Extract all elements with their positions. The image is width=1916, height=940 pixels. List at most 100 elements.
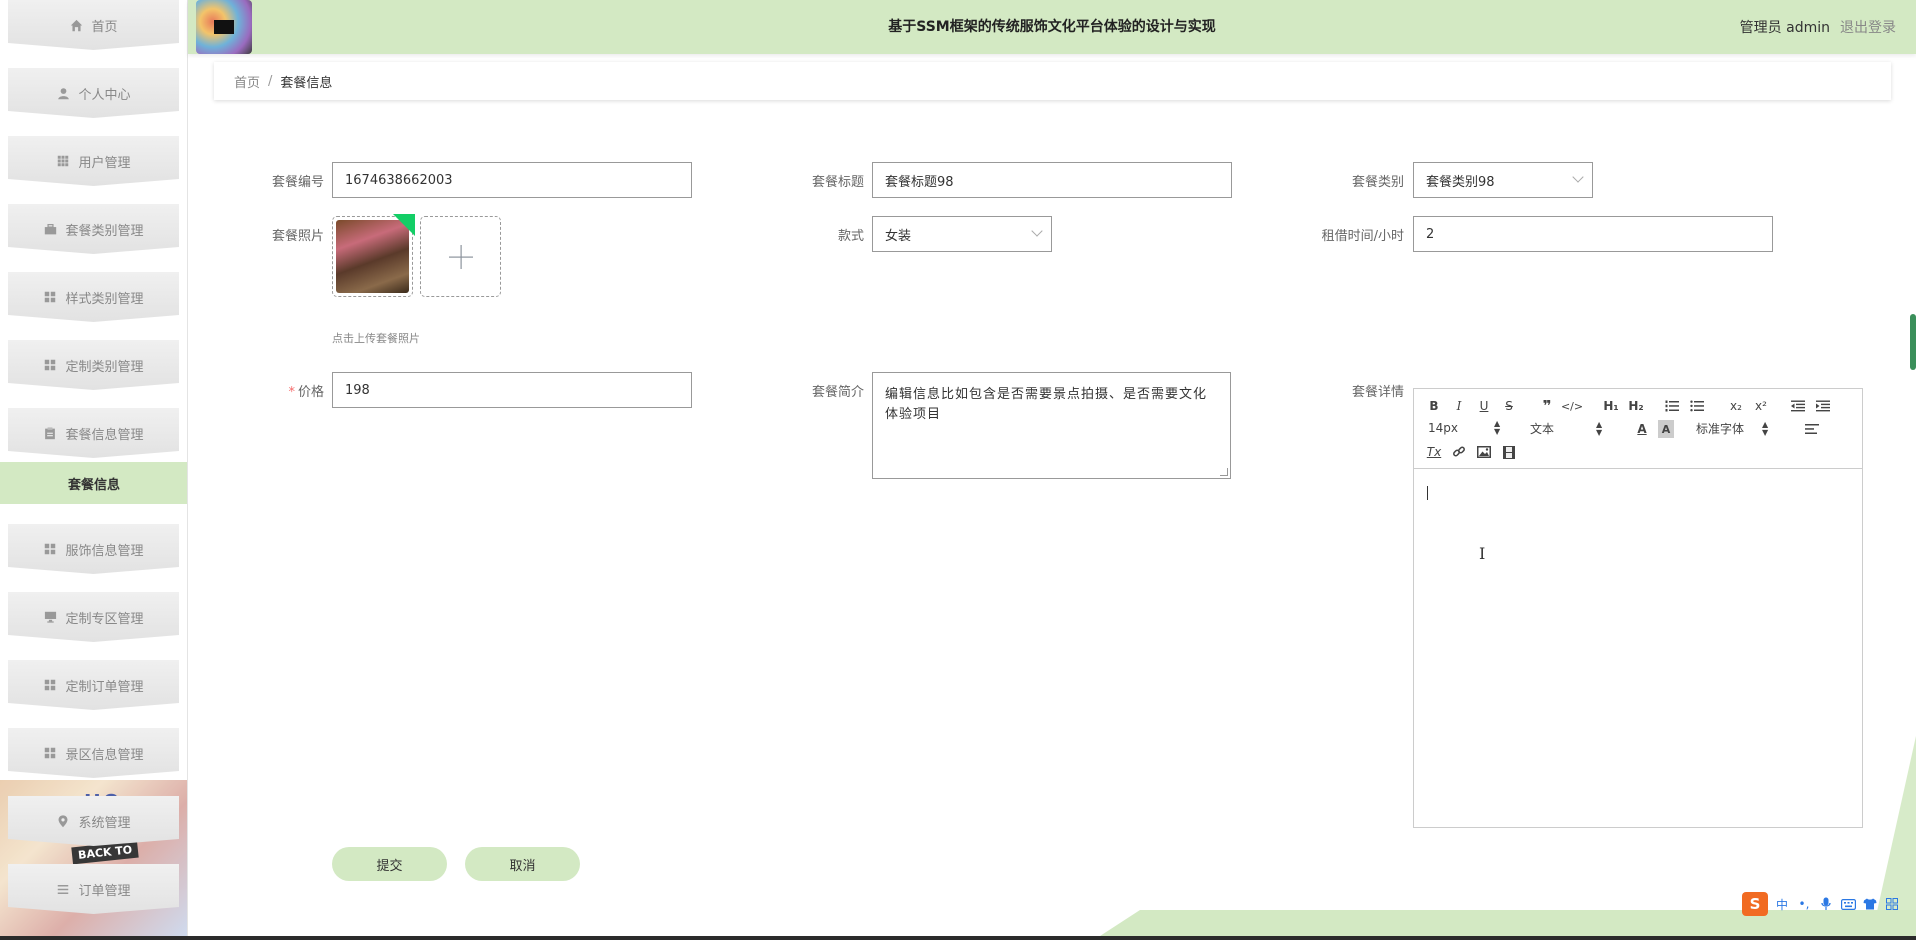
apps-grid-icon[interactable]: [1884, 896, 1900, 912]
sidebar-item-style-category[interactable]: 样式类别管理: [8, 272, 179, 322]
package-detail-label: 套餐详情: [1351, 385, 1404, 400]
subscript-icon[interactable]: x₂: [1727, 397, 1745, 415]
sidebar-item-label: 样式类别管理: [65, 291, 144, 307]
mouse-ibeam-cursor: I: [1479, 544, 1486, 563]
package-intro-label: 套餐简介: [811, 385, 864, 400]
site-title: 基于SSM框架的传统服饰文化平台体验的设计与实现: [888, 19, 1216, 35]
italic-icon[interactable]: I: [1451, 397, 1467, 415]
skin-icon[interactable]: [1862, 896, 1878, 912]
blockquote-icon[interactable]: ❞: [1539, 397, 1555, 415]
sidebar-item-custom-orders[interactable]: 定制订单管理: [8, 660, 179, 710]
heading1-icon[interactable]: H₁: [1602, 397, 1620, 415]
sogou-logo[interactable]: S: [1742, 892, 1768, 916]
ime-mode-toggle[interactable]: 中: [1774, 896, 1790, 912]
font-family-select[interactable]: 标准字体 ▲ ▼: [1696, 420, 1778, 437]
package-category-value: 套餐类别98: [1426, 174, 1495, 190]
sidebar-subitem-package-info[interactable]: 套餐信息: [0, 462, 187, 504]
scrollbar-thumb[interactable]: [1910, 314, 1916, 370]
package-title-input[interactable]: 套餐标题98: [872, 162, 1232, 198]
package-intro-value: 编辑信息比如包含是否需要景点拍摄、是否需要文化体验项目: [885, 387, 1208, 422]
sidebar-item-package-category[interactable]: 套餐类别管理: [8, 204, 179, 254]
grid-icon: [43, 678, 57, 692]
link-icon[interactable]: [1451, 443, 1467, 461]
sidebar-item-package-info[interactable]: 套餐信息管理: [8, 408, 179, 458]
price-label-text: 价格: [297, 385, 324, 400]
rent-time-input[interactable]: 2: [1413, 216, 1773, 252]
breadcrumb-current: 套餐信息: [280, 75, 333, 91]
upload-add-button[interactable]: [420, 216, 501, 297]
chevron-down-icon: [1031, 225, 1043, 237]
chevron-down-icon: [1572, 171, 1584, 183]
keyboard-icon[interactable]: [1840, 896, 1856, 912]
bullet-list-icon[interactable]: [1689, 397, 1705, 415]
background-color-icon[interactable]: A: [1658, 420, 1674, 438]
sidebar-item-label: 用户管理: [78, 155, 131, 171]
package-code-label: 套餐编号: [271, 175, 324, 190]
breadcrumb-separator: /: [268, 73, 273, 89]
sidebar-item-profile[interactable]: 个人中心: [8, 68, 179, 118]
briefcase-icon: [43, 222, 57, 236]
paragraph-select[interactable]: 文本 ▲ ▼: [1530, 420, 1612, 437]
package-intro-textarea[interactable]: 编辑信息比如包含是否需要景点拍摄、是否需要文化体验项目: [872, 372, 1231, 479]
price-value: 198: [345, 382, 370, 398]
ordered-list-icon[interactable]: [1664, 397, 1680, 415]
price-label: * 价格: [250, 381, 324, 400]
breadcrumb-home[interactable]: 首页: [234, 72, 260, 91]
package-category-select[interactable]: 套餐类别98: [1413, 162, 1593, 198]
package-category-label: 套餐类别: [1351, 175, 1404, 190]
style-select[interactable]: 女装: [872, 216, 1052, 252]
grid-icon: [43, 358, 57, 372]
sidebar: HO BACK TO 首页 个人中心 用户管理 套餐类别管理 样式类别管理: [0, 0, 188, 940]
logout-link[interactable]: 退出登录: [1840, 17, 1896, 37]
rich-text-editor: B I U S ❞ </> H₁ H₂ x₂ x² 14px ▲ ▼ 文本 ▲ ▼ …: [1413, 388, 1863, 828]
sidebar-item-custom-zone[interactable]: 定制专区管理: [8, 592, 179, 642]
package-code-input[interactable]: 1674638662003: [332, 162, 692, 198]
outdent-icon[interactable]: [1790, 397, 1806, 415]
cancel-button[interactable]: 取消: [465, 847, 580, 881]
clear-format-icon[interactable]: Tx: [1426, 443, 1442, 461]
sidebar-item-label: 定制类别管理: [65, 359, 144, 375]
resize-handle[interactable]: [1220, 468, 1228, 476]
submit-button[interactable]: 提交: [332, 847, 447, 881]
editor-content-area[interactable]: I: [1414, 469, 1862, 827]
microphone-icon[interactable]: [1818, 896, 1834, 912]
sidebar-item-orders[interactable]: 订单管理: [8, 864, 179, 914]
superscript-icon[interactable]: x²: [1752, 397, 1770, 415]
uploaded-photo-thumbnail[interactable]: [332, 214, 415, 297]
sidebar-item-home[interactable]: 首页: [8, 0, 179, 50]
grid-icon: [43, 290, 57, 304]
align-icon[interactable]: [1804, 420, 1820, 438]
site-logo: [196, 0, 252, 54]
text-caret: [1427, 486, 1428, 500]
underline-icon[interactable]: U: [1476, 397, 1492, 415]
sidebar-item-costume-info[interactable]: 服饰信息管理: [8, 524, 179, 574]
package-photo-label: 套餐照片: [271, 229, 324, 244]
current-user: 管理员 admin: [1739, 20, 1830, 36]
package-code-value: 1674638662003: [345, 172, 453, 188]
os-taskbar-edge: [0, 936, 1916, 940]
top-header: 基于SSM框架的传统服饰文化平台体验的设计与实现 管理员 admin 退出登录: [188, 0, 1916, 54]
heading2-icon[interactable]: H₂: [1627, 397, 1645, 415]
price-input[interactable]: 198: [332, 372, 692, 408]
sidebar-item-label: 套餐类别管理: [65, 223, 144, 239]
video-icon[interactable]: [1501, 443, 1517, 461]
package-title-value: 套餐标题98: [885, 174, 954, 190]
strikethrough-icon[interactable]: S: [1501, 397, 1517, 415]
home-icon: [69, 18, 83, 32]
sidebar-item-label: 系统管理: [78, 815, 131, 831]
bold-icon[interactable]: B: [1426, 397, 1442, 415]
sidebar-item-scenic-info[interactable]: 景区信息管理: [8, 728, 179, 778]
sidebar-item-users[interactable]: 用户管理: [8, 136, 179, 186]
grid-icon: [43, 542, 57, 556]
up-down-icon: ▲ ▼: [1762, 419, 1769, 437]
punctuation-icon[interactable]: •,: [1796, 896, 1812, 912]
sidebar-item-custom-category[interactable]: 定制类别管理: [8, 340, 179, 390]
font-color-icon[interactable]: A: [1634, 420, 1650, 438]
font-size-select[interactable]: 14px ▲ ▼: [1428, 420, 1510, 436]
clipboard-icon: [43, 426, 57, 440]
code-block-icon[interactable]: </>: [1561, 397, 1583, 415]
indent-icon[interactable]: [1815, 397, 1831, 415]
sidebar-item-system[interactable]: 系统管理: [8, 796, 179, 846]
monitor-icon: [43, 610, 57, 624]
image-icon[interactable]: [1476, 443, 1492, 461]
